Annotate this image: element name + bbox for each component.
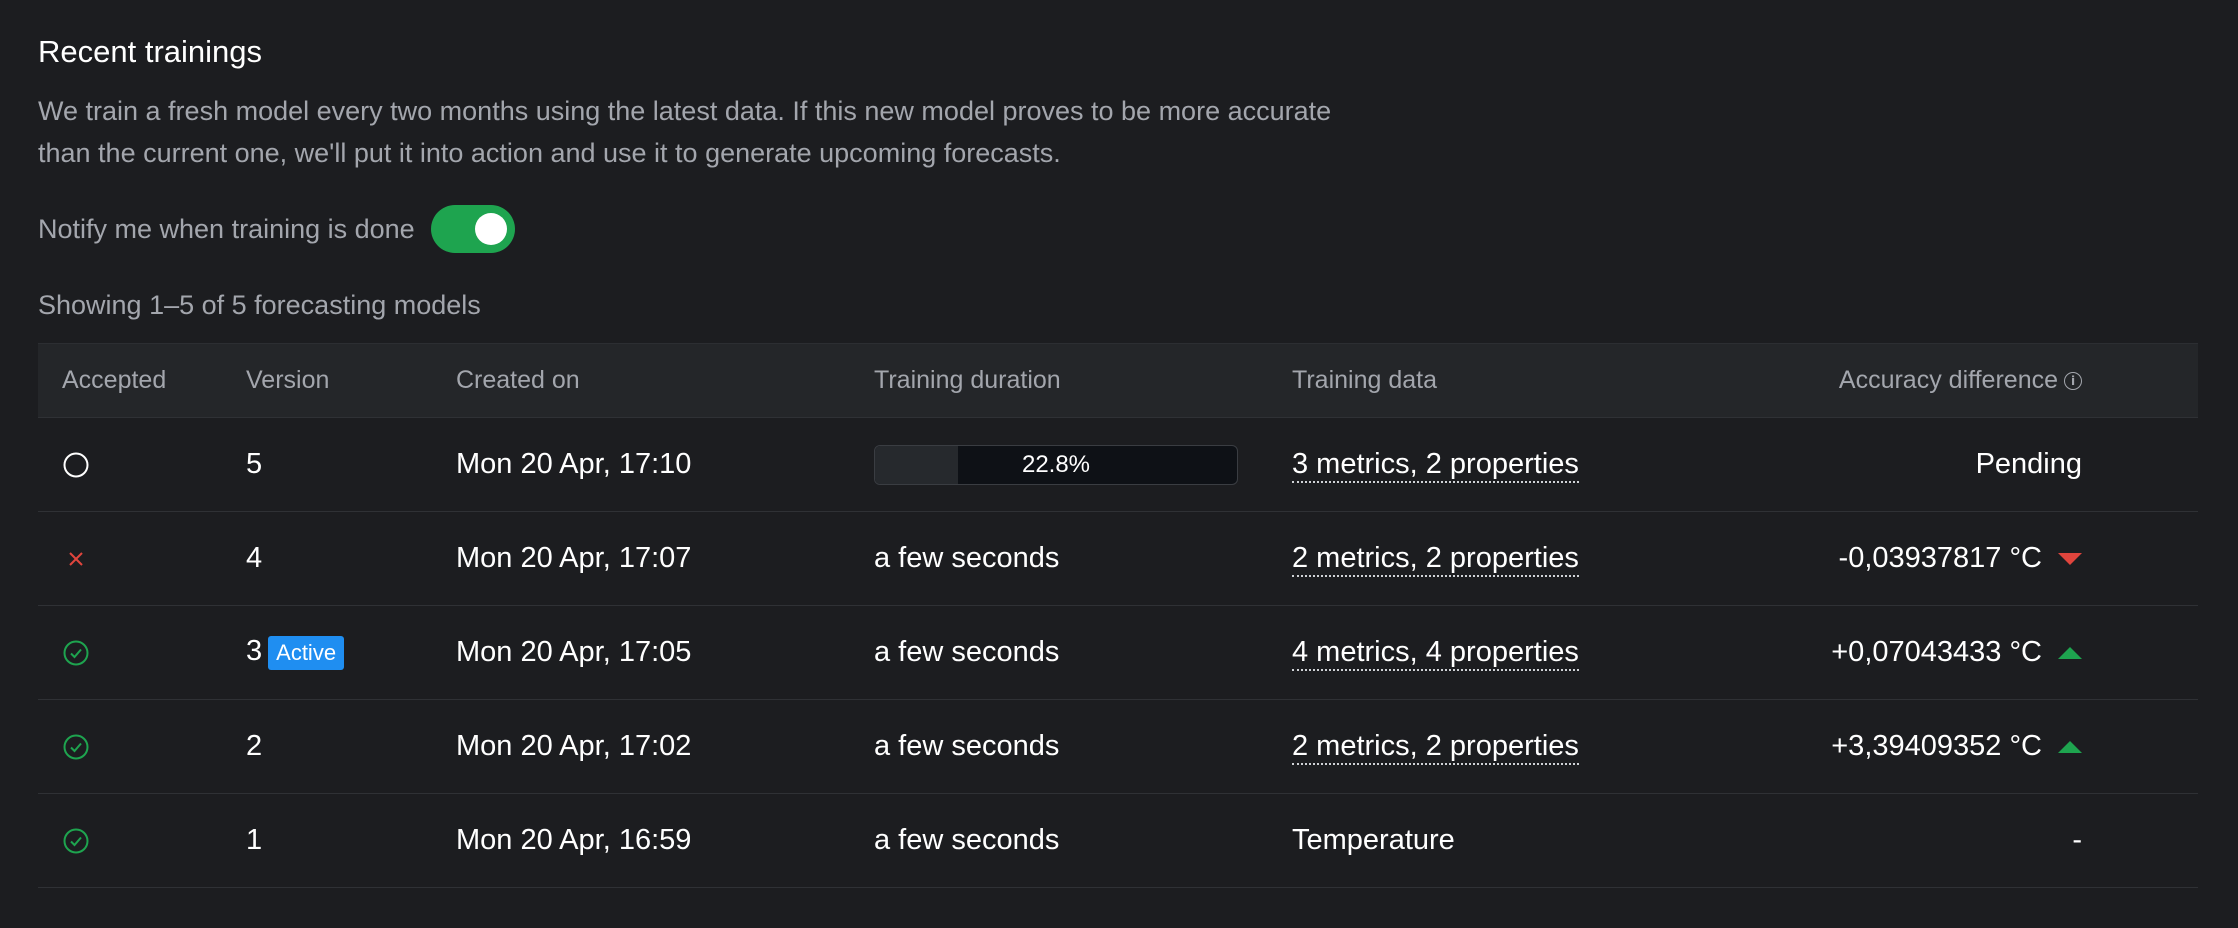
- table-row: 1 Mon 20 Apr, 16:59 a few seconds Temper…: [38, 794, 2198, 888]
- trend-up-icon: [2058, 741, 2082, 754]
- created-on-cell: Mon 20 Apr, 17:07: [456, 542, 692, 574]
- col-accuracy-label: Accuracy difference: [1838, 366, 2058, 394]
- duration-cell: a few seconds: [874, 730, 1060, 762]
- col-training-duration: Training duration: [874, 366, 1061, 394]
- accuracy-cell: -0,03937817 °C: [1712, 512, 2198, 606]
- version-number: 3: [246, 635, 263, 668]
- notify-label: Notify me when training is done: [38, 213, 415, 244]
- version-cell: 2: [246, 730, 263, 762]
- accuracy-value: +3,39409352 °C: [1831, 730, 2042, 762]
- accuracy-cell: -: [1712, 794, 2198, 888]
- col-accuracy-difference: Accuracy difference i: [1712, 344, 2198, 418]
- table-row: 5 Mon 20 Apr, 17:10 22.8% 3 metrics, 2 p…: [38, 418, 2198, 512]
- table-row: 3 Active Mon 20 Apr, 17:05 a few seconds …: [38, 606, 2198, 700]
- accuracy-cell: +0,07043433 °C: [1712, 606, 2198, 700]
- notify-toggle[interactable]: [430, 205, 515, 253]
- pending-circle-icon: [63, 452, 89, 478]
- training-data-link[interactable]: 3 metrics, 2 properties: [1292, 448, 1579, 483]
- col-created-on: Created on: [456, 366, 580, 394]
- check-circle-icon: [63, 828, 89, 854]
- section-description: We train a fresh model every two months …: [38, 96, 1332, 168]
- accuracy-cell: +3,39409352 °C: [1712, 700, 2198, 794]
- version-cell: 5: [246, 448, 263, 480]
- table-row: 4 Mon 20 Apr, 17:07 a few seconds 2 metr…: [38, 512, 2198, 606]
- recent-trainings-page: Recent trainings We train a fresh model …: [0, 0, 2238, 928]
- col-accepted: Accepted: [62, 366, 167, 394]
- created-on-cell: Mon 20 Apr, 17:05: [456, 636, 692, 668]
- training-data-link[interactable]: 2 metrics, 2 properties: [1292, 542, 1579, 577]
- accuracy-value: +0,07043433 °C: [1831, 636, 2042, 668]
- training-data-link[interactable]: 2 metrics, 2 properties: [1292, 730, 1579, 765]
- cross-icon: [69, 552, 83, 567]
- version-cell: 4: [246, 542, 263, 574]
- accuracy-value: -: [2072, 824, 2082, 856]
- duration-cell: a few seconds: [874, 542, 1060, 574]
- table-header-row: Accepted Version Created on Training dur…: [38, 343, 2198, 418]
- accuracy-value: -0,03937817 °C: [1838, 542, 2042, 574]
- toggle-knob: [474, 213, 507, 245]
- table-row: 2 Mon 20 Apr, 17:02 a few seconds 2 metr…: [38, 700, 2198, 794]
- created-on-cell: Mon 20 Apr, 17:02: [456, 730, 692, 762]
- col-training-data: Training data: [1292, 366, 1437, 394]
- version-cell: 3 Active: [246, 606, 456, 700]
- created-on-cell: Mon 20 Apr, 17:10: [456, 448, 692, 480]
- version-cell: 1: [246, 824, 263, 856]
- check-circle-icon: [63, 640, 89, 666]
- check-circle-icon: [63, 734, 89, 760]
- trend-down-icon: [2058, 553, 2082, 566]
- training-progress-bar: 22.8%: [874, 444, 1238, 485]
- col-version: Version: [246, 366, 330, 394]
- duration-cell: a few seconds: [874, 824, 1060, 856]
- models-table: Accepted Version Created on Training dur…: [38, 343, 2198, 888]
- section-title: Recent trainings: [38, 34, 263, 69]
- notify-row: Notify me when training is done: [38, 205, 515, 253]
- created-on-cell: Mon 20 Apr, 16:59: [456, 824, 692, 856]
- results-count: Showing 1–5 of 5 forecasting models: [38, 290, 481, 320]
- accuracy-value: Pending: [1975, 448, 2082, 480]
- active-badge: Active: [268, 635, 345, 670]
- progress-label: 22.8%: [1021, 450, 1091, 478]
- duration-cell: a few seconds: [874, 636, 1060, 668]
- training-data-cell: Temperature: [1292, 824, 1455, 856]
- accuracy-cell: Pending: [1712, 418, 2198, 512]
- trend-up-icon: [2058, 647, 2082, 660]
- info-icon[interactable]: i: [2064, 372, 2082, 391]
- training-data-link[interactable]: 4 metrics, 4 properties: [1292, 636, 1579, 671]
